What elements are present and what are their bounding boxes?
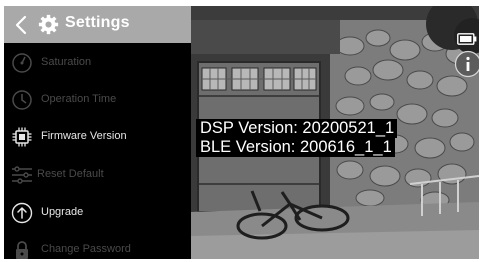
menu-item-upgrade[interactable]: Upgrade [4,195,191,231]
menu-item-reset-default[interactable]: Reset Default [4,157,191,193]
menu-item-label: Reset Default [37,168,104,180]
saturation-icon [12,53,32,73]
menu-item-label: Operation Time [41,93,117,105]
gear-icon [38,14,59,35]
page-title: Settings [65,14,130,31]
firmware-version-overlay: DSP Version: 20200521_1 BLE Version: 200… [196,119,398,157]
dsp-version-text: DSP Version: 20200521_1 [196,119,398,138]
ble-version-text: BLE Version: 200616_1_1 [196,138,395,157]
settings-header: Settings [4,6,191,43]
battery-icon [457,33,477,45]
upgrade-arrow-icon [11,202,33,224]
sliders-icon [12,166,32,184]
clock-icon [12,90,32,110]
settings-sidebar: Settings Saturation Operation Time Firmw… [4,6,191,259]
back-arrow-icon[interactable] [14,14,28,36]
menu-item-change-password[interactable]: Change Password [4,232,191,259]
menu-item-label: Saturation [41,56,92,68]
info-icon[interactable] [454,50,479,78]
menu-item-label: Upgrade [41,206,84,218]
menu-item-label: Firmware Version [41,130,127,142]
menu-item-firmware-version[interactable]: Firmware Version [4,119,191,155]
lock-icon [16,241,28,259]
menu-item-operation-time[interactable]: Operation Time [4,82,191,118]
menu-item-saturation[interactable]: Saturation [4,45,191,81]
chip-icon [12,127,32,147]
menu-item-label: Change Password [41,243,131,255]
app-screen: Settings Saturation Operation Time Firmw… [4,6,479,259]
